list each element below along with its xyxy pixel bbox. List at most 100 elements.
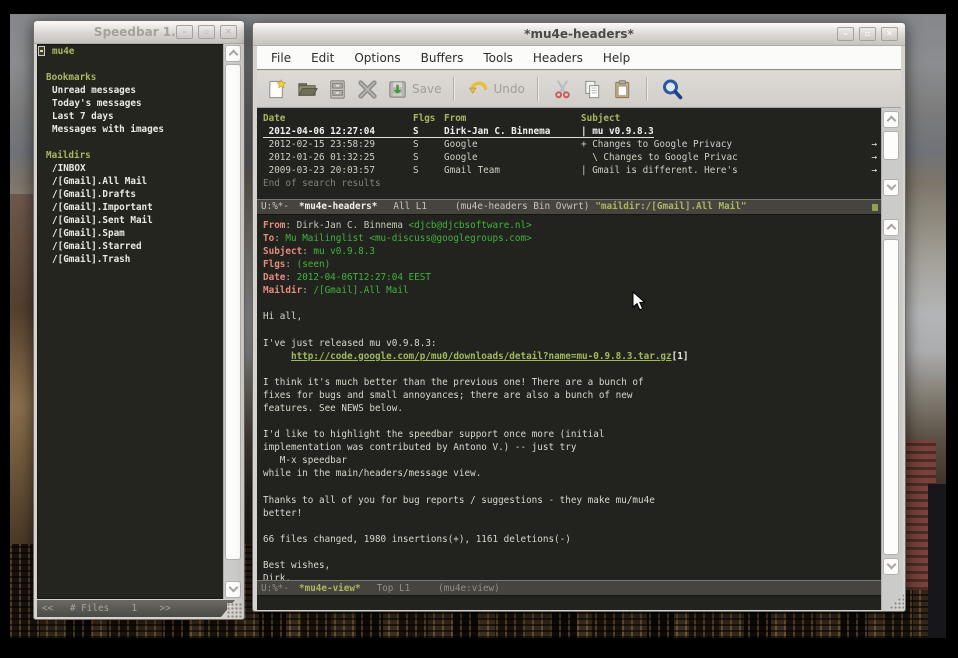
copy-button[interactable] (581, 78, 604, 101)
scroll-up-button[interactable] (883, 219, 899, 236)
subject-value: mu v0.9.8.3 (313, 246, 375, 257)
scroll-up-button[interactable] (883, 111, 899, 128)
menu-file[interactable]: File (261, 48, 301, 68)
column-date[interactable]: Date (263, 112, 413, 125)
column-flags[interactable]: Flgs (413, 112, 444, 125)
minimize-button[interactable]: – (837, 27, 854, 41)
search-icon (660, 77, 684, 101)
delete-button[interactable] (356, 78, 379, 101)
speedbar-resize-grip[interactable] (227, 603, 243, 618)
scrollbar-thumb[interactable] (225, 64, 241, 560)
save-as-button[interactable] (326, 78, 349, 101)
header-row-current[interactable]: 2012-04-06 12:27:04 S Dirk-Jan C. Binnem… (263, 125, 654, 138)
field-label-subject: Subject (263, 246, 302, 257)
field-label-to: To (263, 233, 274, 244)
close-button[interactable]: ✕ (881, 27, 898, 41)
menu-options[interactable]: Options (344, 48, 410, 68)
message-view-pane: From: Dirk-Jan C. Binnema <djcb@djcbsoft… (257, 215, 881, 580)
window-titlebar[interactable]: *mu4e-headers* – ▫ ✕ (253, 23, 905, 46)
headers-scrollbar-thumb[interactable] (883, 131, 899, 160)
header-row[interactable]: 2012-02-15 23:58:29 S Google + Changes t… (263, 138, 881, 151)
field-label-maildir: Maildir (263, 285, 302, 296)
mu4e-headers-window: *mu4e-headers* – ▫ ✕ File Edit Options B… (252, 22, 906, 612)
to-value[interactable]: Mu Mailinglist <mu-discuss@googlegroups.… (285, 233, 531, 244)
maximize-button[interactable]: ▫ (859, 27, 876, 41)
scroll-down-button[interactable] (883, 558, 899, 575)
column-from[interactable]: From (444, 112, 581, 125)
save-label: Save (412, 82, 441, 96)
speedbar-item-drafts[interactable]: /[Gmail].Drafts (38, 188, 224, 201)
menu-help[interactable]: Help (593, 48, 640, 68)
headers-pane: Date Flgs From Subject 2012-04-06 12:27:… (257, 108, 881, 199)
speedbar-titlebar[interactable]: Speedbar 1.0 – ▫ ✕ (34, 21, 244, 44)
speedbar-item-starred[interactable]: /[Gmail].Starred (38, 240, 224, 253)
header-row[interactable]: 2009-03-23 20:03:57 S Gmail Team | Gmail… (263, 164, 881, 177)
column-subject[interactable]: Subject (581, 112, 620, 125)
save-button[interactable]: Save (386, 78, 441, 101)
menu-bar: File Edit Options Buffers Tools Headers … (257, 46, 901, 70)
search-button[interactable] (660, 77, 684, 101)
copy-icon (581, 78, 604, 101)
speedbar-item-today[interactable]: Today's messages (38, 97, 224, 110)
scroll-down-button[interactable] (883, 179, 899, 196)
new-file-button[interactable] (266, 78, 289, 101)
scroll-down-button[interactable] (225, 581, 241, 598)
end-of-results-text: End of search results (263, 177, 881, 190)
toolbar-separator (537, 77, 539, 101)
speedbar-item-sent[interactable]: /[Gmail].Sent Mail (38, 214, 224, 227)
speedbar-item-images[interactable]: Messages with images (38, 123, 224, 136)
truncation-arrow-icon: → (871, 138, 881, 151)
new-file-icon (266, 78, 289, 101)
minimize-button[interactable]: – (176, 25, 193, 39)
speedbar-item-mu4e[interactable]: mu4e (38, 45, 224, 58)
paste-button[interactable] (611, 78, 634, 101)
view-scrollbar-thumb[interactable] (883, 239, 899, 555)
header-row[interactable]: 2012-01-26 01:32:25 S Google \ Changes t… (263, 151, 881, 164)
speedbar-item-spam[interactable]: /[Gmail].Spam (38, 227, 224, 240)
open-file-button[interactable] (296, 78, 319, 101)
scrollbar-column[interactable] (881, 108, 903, 610)
speedbar-scrollbar[interactable] (223, 44, 241, 599)
speedbar-section-maildirs: Maildirs (38, 149, 224, 162)
modeline-modes[interactable]: (mu4e:view) (438, 582, 500, 595)
modeline-modes[interactable]: (mu4e-headers Bin Ovwrt) (455, 200, 589, 213)
open-folder-icon (296, 78, 319, 101)
menu-edit[interactable]: Edit (301, 48, 344, 68)
speedbar-item-last7days[interactable]: Last 7 days (38, 110, 224, 123)
modeline-buffer-name[interactable]: *mu4e-headers* (299, 200, 377, 213)
toolbar-separator (646, 77, 648, 101)
download-link[interactable]: http://code.google.com/p/mu0/downloads/d… (291, 351, 672, 362)
headers-column-row: Date Flgs From Subject (263, 112, 881, 125)
footnote-ref: [1] (672, 351, 689, 362)
maildir-value[interactable]: /[Gmail].All Mail (313, 285, 408, 296)
date-value: 2012-04-06T12:27:04 EEST (297, 272, 431, 283)
menu-tools[interactable]: Tools (473, 48, 523, 68)
truncation-arrow-icon: → (871, 164, 881, 177)
speedbar-item-allmail[interactable]: /[Gmail].All Mail (38, 175, 224, 188)
from-name[interactable]: Dirk-Jan C. Binnema (297, 220, 409, 231)
scroll-up-button[interactable] (225, 45, 241, 62)
field-label-date: Date (263, 272, 285, 283)
speedbar-window: Speedbar 1.0 – ▫ ✕ mu4e Bookmarks Unread… (33, 20, 245, 620)
speedbar-item-inbox[interactable]: /INBOX (38, 162, 224, 175)
menu-buffers[interactable]: Buffers (411, 48, 474, 68)
speedbar-item-important[interactable]: /[Gmail].Important (38, 201, 224, 214)
from-email[interactable]: <djcb@djcbsoftware.nl> (409, 220, 532, 231)
truncation-arrow-icon: → (871, 151, 881, 164)
expand-icon[interactable] (38, 46, 45, 56)
close-button[interactable]: ✕ (220, 25, 237, 39)
modeline-buffer-name[interactable]: *mu4e-view* (299, 582, 361, 595)
echo-area[interactable] (257, 596, 881, 610)
speedbar-item-trash[interactable]: /[Gmail].Trash (38, 253, 224, 266)
menu-headers[interactable]: Headers (523, 48, 593, 68)
modeline-flags: U:%*- (261, 582, 289, 595)
mouse-cursor (632, 291, 647, 312)
save-icon (386, 78, 409, 101)
cut-button[interactable] (551, 78, 574, 101)
background-building (928, 484, 946, 638)
speedbar-item-unread[interactable]: Unread messages (38, 84, 224, 97)
undo-button[interactable]: Undo (467, 78, 524, 101)
field-label-from: From (263, 220, 285, 231)
maximize-button[interactable]: ▫ (198, 25, 215, 39)
speedbar-content: mu4e Bookmarks Unread messages Today's m… (37, 44, 225, 599)
